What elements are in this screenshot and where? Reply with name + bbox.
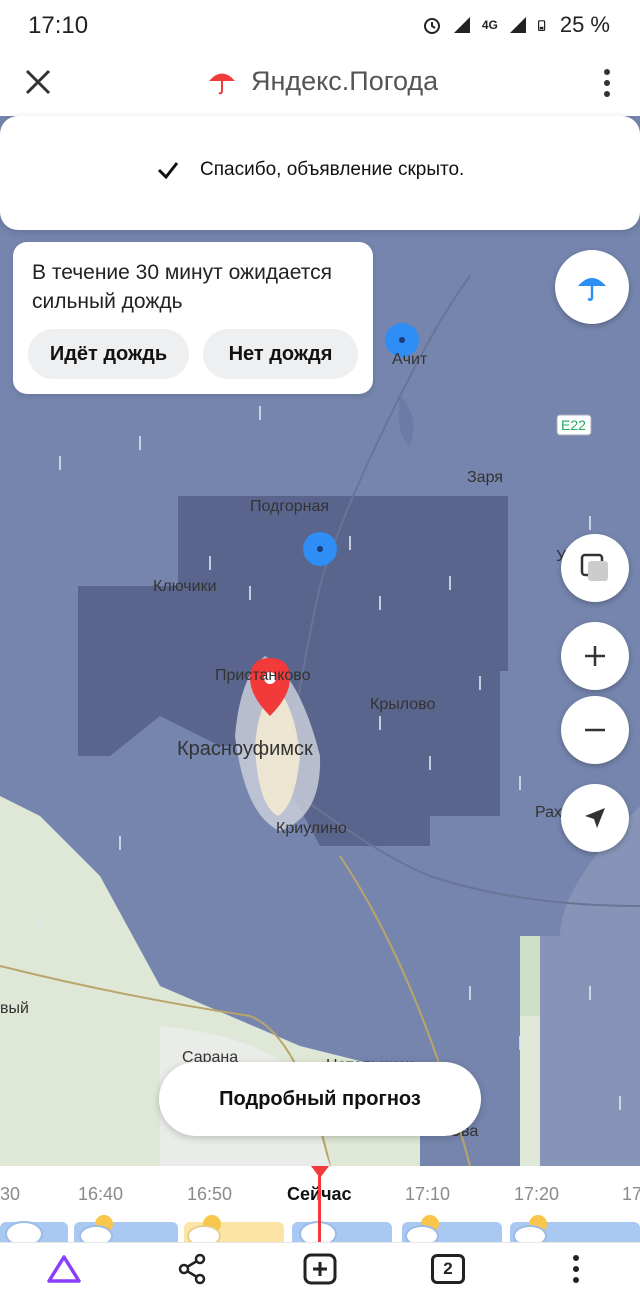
timeline-label[interactable]: 16:40 [78,1184,123,1205]
hidden-ad-toast: Спасибо, объявление скрыто. [0,116,640,230]
minus-icon [585,728,605,732]
new-tab-button[interactable] [302,1253,338,1285]
alarm-icon [423,18,440,34]
raining-button[interactable]: Идёт дождь [28,329,189,379]
plus-icon [585,646,605,666]
network-type: 4G [481,18,498,32]
status-icons: 4G 25 % [422,12,610,38]
map-label-vyi: вый [0,1000,29,1017]
alice-icon [47,1255,81,1283]
map-label-zarya: Заря [467,469,503,486]
cloud-icon [5,1221,43,1242]
nowcast-timeline[interactable]: 30 16:40 16:50 Сейчас 17:10 17:20 17 [0,1166,640,1242]
close-icon[interactable] [22,66,54,98]
timeline-label[interactable]: 30 [0,1184,20,1205]
map-label-krasnoufimsk: Красноуфимск [177,738,313,760]
map-label-krylovo: Крылово [370,696,436,713]
detailed-forecast-button[interactable]: Подробный прогноз [159,1062,481,1136]
timeline-label[interactable]: 17:10 [405,1184,450,1205]
add-tab-icon [303,1253,337,1285]
browser-bottom-nav: 2 [0,1242,640,1291]
tab-count: 2 [431,1254,465,1284]
map-label-rakh: Рах [535,804,563,821]
status-time: 17:10 [28,12,89,39]
map-label-podgornaya: Подгорная [250,498,330,515]
checkmark-icon [157,162,179,180]
my-location-button[interactable] [561,784,629,852]
zoom-out-button[interactable] [561,696,629,764]
sun-cloud-icon [513,1215,547,1242]
more-vert-icon [573,1255,579,1283]
umbrella-logo-icon [205,64,239,98]
zoom-in-button[interactable] [561,622,629,690]
share-icon [178,1253,206,1285]
app-title: Яндекс.Погода [251,65,439,96]
rain-alert-text: В течение 30 минут ожидается сильный дож… [32,261,332,313]
alice-button[interactable] [46,1253,82,1285]
layers-icon [580,553,608,581]
timeline-label[interactable]: 17:20 [514,1184,559,1205]
share-button[interactable] [174,1253,210,1285]
app-bar: Яндекс.Погода [0,50,640,116]
timeline-label[interactable]: 17 [622,1184,640,1205]
more-vert-icon[interactable] [602,68,612,98]
battery-level: 25 % [559,12,610,37]
sun-cloud-icon [79,1215,113,1242]
precipitation-toggle-button[interactable] [555,250,629,324]
battery-icon [537,20,546,31]
map-label-kriulino: Криулино [276,820,347,837]
app-title-group: Яндекс.Погода [205,64,438,98]
map-label-achit: Ачит [392,351,428,368]
no-rain-button[interactable]: Нет дождя [203,329,358,379]
rain-alert-card: В течение 30 минут ожидается сильный дож… [13,242,373,394]
map-label-klyuchiki: Ключики [153,578,217,595]
toast-message: Спасибо, объявление скрыто. [200,159,465,180]
map-umbrella-icon [303,532,337,566]
status-bar: 17:10 4G 25 % [0,0,640,50]
timeline-now-marker [311,1166,329,1178]
tabs-button[interactable]: 2 [430,1253,466,1285]
map-label-road-e22: E22 [561,417,586,433]
signal-x-icon [453,17,470,33]
timeline-label[interactable]: 16:50 [187,1184,232,1205]
menu-button[interactable] [558,1253,594,1285]
navigation-arrow-icon [585,808,605,828]
umbrella-icon [578,278,606,301]
map-label-pristankovo: Пристанково [215,667,311,684]
sun-cloud-icon [405,1215,439,1242]
layers-button[interactable] [561,534,629,602]
signal-icon [509,17,526,33]
sun-cloud-icon [187,1215,221,1242]
